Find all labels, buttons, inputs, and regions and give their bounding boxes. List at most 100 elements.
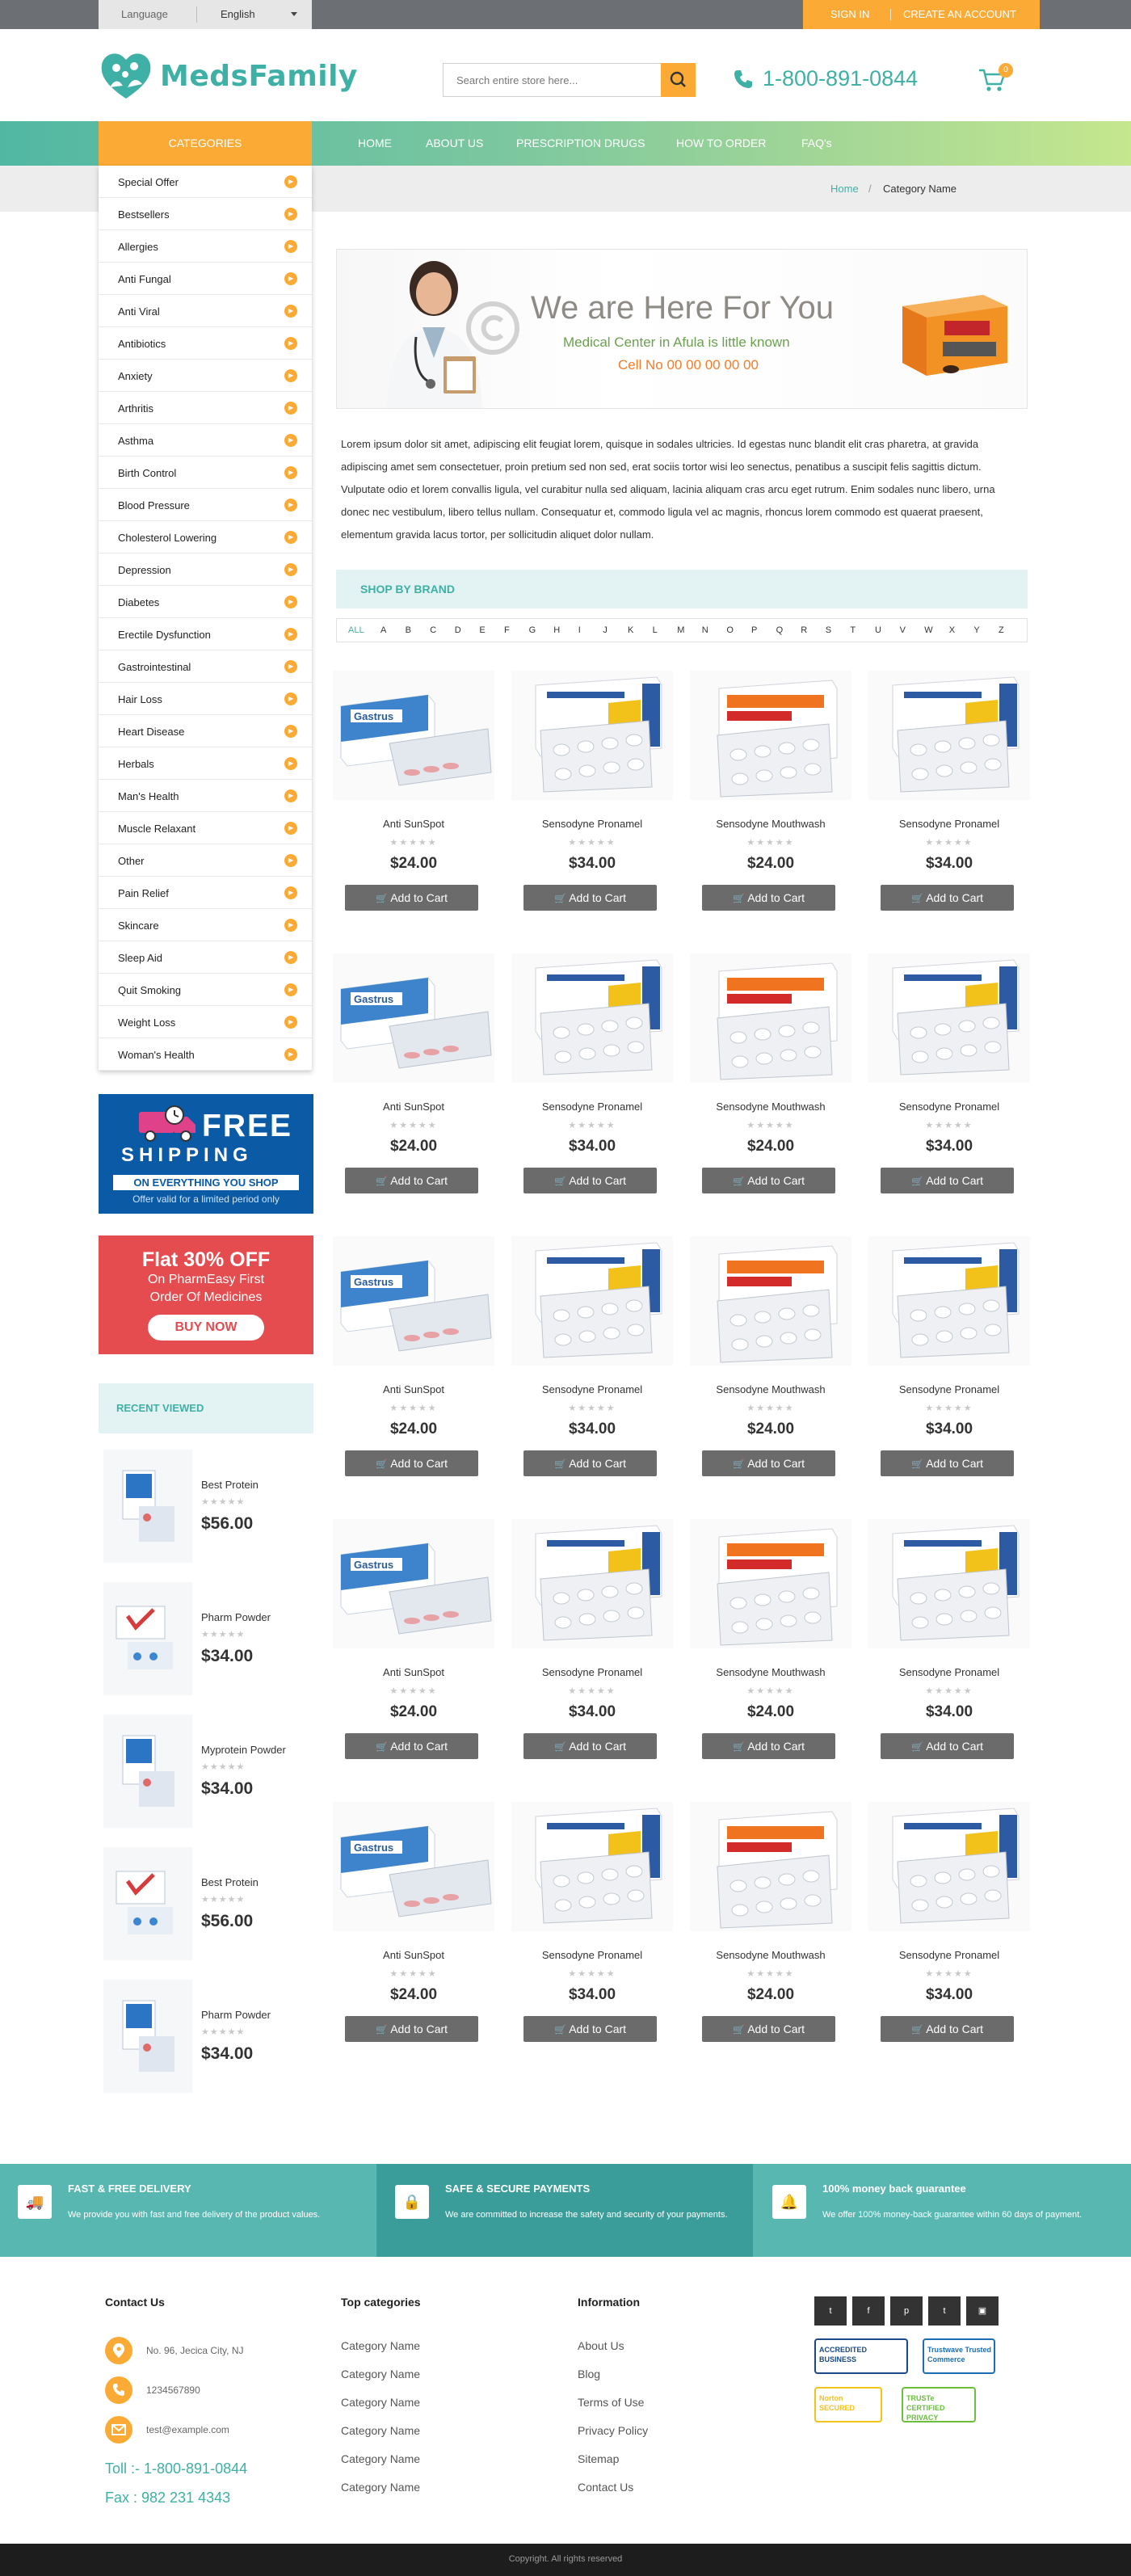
footer-info-link[interactable]: Privacy Policy	[578, 2424, 648, 2437]
product-image[interactable]	[690, 1802, 851, 1931]
brand-letter[interactable]: B	[406, 625, 411, 635]
footer-info-link[interactable]: Blog	[578, 2368, 600, 2380]
category-item[interactable]: Pain Relief ▶	[99, 877, 312, 909]
language-select[interactable]: English	[221, 8, 301, 20]
product-card[interactable]: Gastrus Anti SunSpot ★★★★★ $24.00 🛒 Add to C…	[333, 1802, 494, 2085]
tumblr-icon[interactable]: t	[928, 2296, 961, 2326]
product-card[interactable]: Sensodyne Pronamel ★★★★★ $34.00 🛒 Add to Ca…	[511, 1236, 673, 1519]
add-to-cart-button[interactable]: 🛒 Add to Cart	[345, 1168, 478, 1193]
product-card[interactable]: Sensodyne Pronamel ★★★★★ $34.00 🛒 Add to Ca…	[511, 1519, 673, 1802]
add-to-cart-button[interactable]: 🛒 Add to Cart	[881, 2016, 1014, 2042]
product-name[interactable]: Sensodyne Mouthwash	[690, 1101, 851, 1113]
brand-letter[interactable]: Q	[776, 625, 784, 635]
product-card[interactable]: Sensodyne Pronamel ★★★★★ $34.00 🛒 Add to Ca…	[511, 1802, 673, 2085]
category-item[interactable]: Heart Disease ▶	[99, 715, 312, 747]
product-image[interactable]: Gastrus	[333, 1519, 494, 1648]
brand-letter[interactable]: K	[628, 625, 633, 635]
category-item[interactable]: Anti Fungal ▶	[99, 263, 312, 295]
product-image[interactable]: Gastrus	[333, 671, 494, 800]
norton-seal[interactable]: Norton SECURED	[814, 2387, 882, 2422]
trustwave-seal[interactable]: Trustwave Trusted Commerce	[923, 2338, 995, 2374]
brand-letter[interactable]: G	[529, 625, 536, 635]
product-name[interactable]: Sensodyne Pronamel	[868, 1949, 1030, 1961]
category-item[interactable]: Depression ▶	[99, 554, 312, 586]
product-card[interactable]: Sensodyne Pronamel ★★★★★ $34.00 🛒 Add to Ca…	[868, 671, 1030, 953]
product-image[interactable]: Gastrus	[333, 1802, 494, 1931]
categories-toggle[interactable]: CATEGORIES	[99, 121, 312, 166]
brand-letter[interactable]: X	[949, 625, 955, 635]
bbb-seal[interactable]: ACCREDITED BUSINESS	[814, 2338, 908, 2374]
footer-info-link[interactable]: Terms of Use	[578, 2396, 644, 2409]
product-card[interactable]: Sensodyne Mouthwash ★★★★★ $24.00 🛒 Add to C…	[690, 1519, 851, 1802]
create-account-link[interactable]: CREATE AN ACCOUNT	[903, 8, 1016, 20]
category-item[interactable]: Anxiety ▶	[99, 360, 312, 392]
product-image[interactable]	[690, 671, 851, 800]
category-item[interactable]: Blood Pressure ▶	[99, 489, 312, 521]
brand-letter[interactable]: W	[924, 625, 932, 635]
logo-icon[interactable]	[99, 50, 153, 102]
add-to-cart-button[interactable]: 🛒 Add to Cart	[702, 885, 835, 911]
brand-letter[interactable]: F	[504, 625, 510, 635]
brand-letter[interactable]: U	[875, 625, 881, 635]
pinterest-icon[interactable]: p	[890, 2296, 923, 2326]
category-item[interactable]: Bestsellers ▶	[99, 198, 312, 230]
nav-how-to-order[interactable]: HOW TO ORDER	[676, 137, 767, 149]
product-name[interactable]: Sensodyne Pronamel	[868, 1101, 1030, 1113]
add-to-cart-button[interactable]: 🛒 Add to Cart	[345, 1733, 478, 1759]
product-card[interactable]: Sensodyne Pronamel ★★★★★ $34.00 🛒 Add to Ca…	[511, 671, 673, 953]
recent-item[interactable]: Pharm Powder ★★★★★ $34.00	[99, 1980, 313, 2109]
search-input[interactable]	[443, 63, 661, 97]
category-item[interactable]: Skincare ▶	[99, 909, 312, 941]
add-to-cart-button[interactable]: 🛒 Add to Cart	[523, 2016, 657, 2042]
product-card[interactable]: Sensodyne Mouthwash ★★★★★ $24.00 🛒 Add to C…	[690, 671, 851, 953]
footer-info-link[interactable]: Contact Us	[578, 2481, 633, 2494]
product-name[interactable]: Anti SunSpot	[333, 818, 494, 830]
recent-item[interactable]: Best Protein ★★★★★ $56.00	[99, 1847, 313, 1976]
footer-category-link[interactable]: Category Name	[341, 2368, 420, 2380]
nav-about-us[interactable]: ABOUT US	[426, 137, 483, 149]
nav-home[interactable]: HOME	[358, 137, 392, 149]
nav-prescription-drugs[interactable]: PRESCRIPTION DRUGS	[516, 137, 645, 149]
add-to-cart-button[interactable]: 🛒 Add to Cart	[702, 1450, 835, 1476]
product-thumbnail[interactable]	[103, 1715, 192, 1828]
product-card[interactable]: Sensodyne Pronamel ★★★★★ $34.00 🛒 Add to Ca…	[868, 1236, 1030, 1519]
truste-seal[interactable]: TRUSTe CERTIFIED PRIVACY	[902, 2387, 976, 2422]
footer-email[interactable]: test@example.com	[146, 2424, 229, 2435]
product-name[interactable]: Anti SunSpot	[333, 1949, 494, 1961]
category-item[interactable]: Sleep Aid ▶	[99, 941, 312, 974]
brand-letter[interactable]: S	[826, 625, 831, 635]
footer-toll[interactable]: Toll :- 1-800-891-0844	[105, 2460, 247, 2477]
brand-letter[interactable]: Y	[973, 625, 979, 635]
offer-banner[interactable]: Flat 30% OFF On PharmEasy First Order Of…	[99, 1235, 313, 1354]
search-button[interactable]	[661, 63, 696, 97]
brand-letter[interactable]: E	[479, 625, 485, 635]
category-item[interactable]: Gastrointestinal ▶	[99, 650, 312, 683]
add-to-cart-button[interactable]: 🛒 Add to Cart	[345, 885, 478, 911]
add-to-cart-button[interactable]: 🛒 Add to Cart	[523, 1168, 657, 1193]
product-thumbnail[interactable]	[103, 1450, 192, 1563]
recent-item-name[interactable]: Best Protein	[201, 1876, 259, 1888]
product-image[interactable]	[868, 1236, 1030, 1366]
brand-letter[interactable]: ALL	[348, 625, 364, 635]
category-item[interactable]: Quit Smoking ▶	[99, 974, 312, 1006]
product-name[interactable]: Anti SunSpot	[333, 1101, 494, 1113]
product-image[interactable]	[511, 1802, 673, 1931]
facebook-icon[interactable]: f	[852, 2296, 885, 2326]
brand-letter[interactable]: C	[430, 625, 436, 635]
brand-letter[interactable]: A	[381, 625, 386, 635]
product-image[interactable]	[690, 1236, 851, 1366]
product-image[interactable]: Gastrus	[333, 953, 494, 1083]
product-name[interactable]: Sensodyne Mouthwash	[690, 1949, 851, 1961]
category-item[interactable]: Weight Loss ▶	[99, 1006, 312, 1038]
brand-letter[interactable]: V	[900, 625, 906, 635]
category-item[interactable]: Asthma ▶	[99, 424, 312, 457]
recent-item[interactable]: Pharm Powder ★★★★★ $34.00	[99, 1582, 313, 1711]
category-item[interactable]: Other ▶	[99, 844, 312, 877]
product-name[interactable]: Anti SunSpot	[333, 1666, 494, 1678]
product-card[interactable]: Sensodyne Mouthwash ★★★★★ $24.00 🛒 Add to C…	[690, 1802, 851, 2085]
product-name[interactable]: Sensodyne Pronamel	[511, 1949, 673, 1961]
footer-category-link[interactable]: Category Name	[341, 2339, 420, 2352]
product-name[interactable]: Sensodyne Pronamel	[868, 1383, 1030, 1395]
buy-now-button[interactable]: BUY NOW	[148, 1315, 264, 1341]
add-to-cart-button[interactable]: 🛒 Add to Cart	[881, 885, 1014, 911]
